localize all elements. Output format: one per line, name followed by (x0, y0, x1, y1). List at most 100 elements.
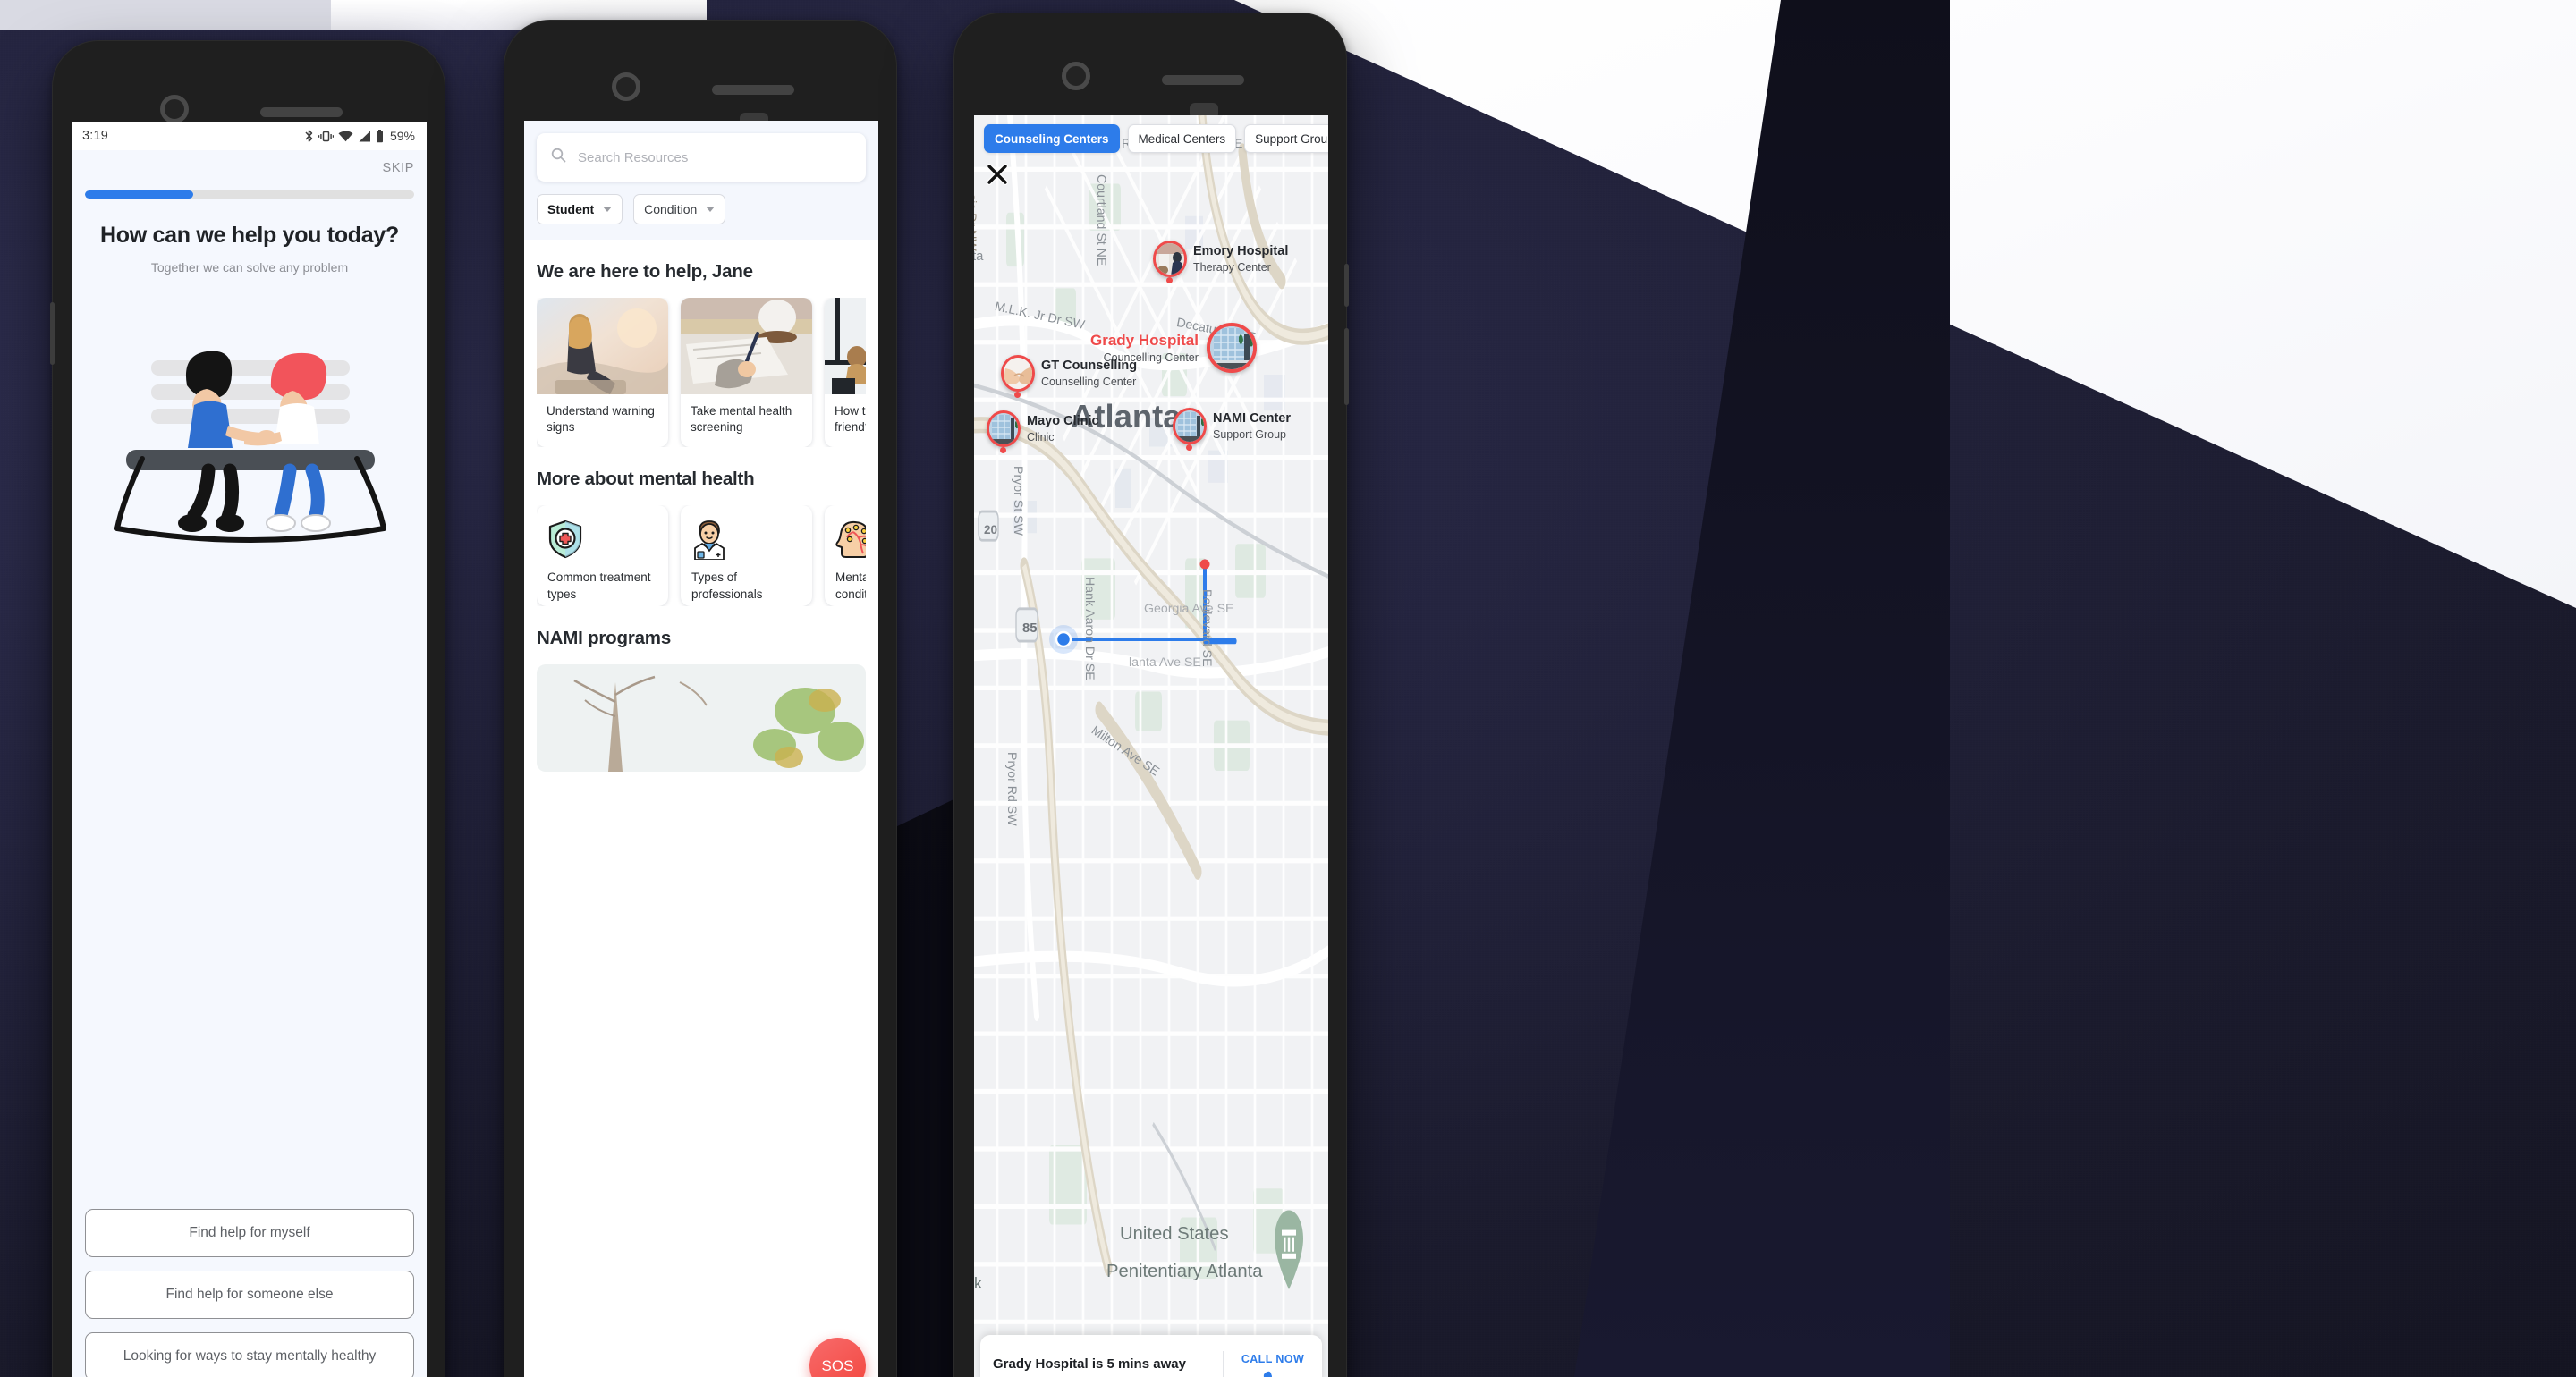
help-options-list: Find help for myself Find help for someo… (85, 1209, 414, 1377)
info-card[interactable]: Mental health conditions (825, 505, 866, 607)
chevron-down-icon (706, 207, 716, 212)
map-label: Penitentiary Atlanta (1106, 1262, 1263, 1281)
marker-name: Grady Hospital (1090, 332, 1199, 350)
sos-button[interactable]: SOS (809, 1338, 866, 1377)
earpiece-speaker (712, 85, 794, 95)
marker-name: Mayo Clinic (1027, 414, 1099, 429)
section-more-about: More about mental health Common treatmen… (524, 469, 878, 607)
map-screen-root: Atlanta United States Penitentiary Atlanta… (974, 115, 1328, 1377)
chevron-down-icon (603, 207, 613, 212)
option-find-help-myself[interactable]: Find help for myself (85, 1209, 414, 1257)
holding-hands-photo (1001, 355, 1035, 392)
therapy-room-photo (1153, 241, 1187, 277)
close-icon[interactable] (985, 162, 1010, 187)
earpiece-speaker (260, 107, 343, 117)
background-top-band (0, 0, 333, 30)
info-card[interactable]: Types of professionals (681, 505, 812, 607)
map-label: Pryor Rd SW (1004, 752, 1019, 826)
search-input[interactable]: Search Resources (537, 133, 866, 182)
volume-button[interactable] (50, 302, 55, 365)
place-eta-title: Grady Hospital is 5 mins away (993, 1356, 1186, 1372)
filter-chip-condition[interactable]: Condition (633, 194, 726, 224)
resource-card-title: Understand warning signs (547, 404, 655, 435)
search-icon (551, 148, 566, 167)
info-card-title: Mental health conditions (835, 570, 866, 601)
phone-icon (1236, 1370, 1309, 1377)
marker-label: NAMI Center Support Group (1213, 411, 1291, 441)
building-palms-photo (987, 410, 1021, 447)
resource-card[interactable]: Understand warning signs (537, 298, 668, 448)
phone-mockup-resources: Search Resources Student Condition We ar… (504, 20, 897, 1377)
map-label: k (974, 1274, 982, 1292)
info-card-carousel[interactable]: Common treatment types Types of professi… (537, 505, 866, 607)
marker-label: Emory Hospital Therapy Center (1193, 244, 1288, 274)
section-title-here-to-help: We are here to help, Jane (537, 261, 753, 282)
front-camera-icon (1062, 62, 1090, 90)
map-label: Courtland St NE (1094, 174, 1108, 266)
volume-down-button[interactable] (1344, 328, 1349, 405)
marker-subtitle: Therapy Center (1193, 260, 1271, 274)
map-marker-emory-hospital[interactable]: Emory Hospital Therapy Center (1153, 241, 1288, 283)
doctor-icon (691, 519, 801, 561)
marker-anchor-dot (1166, 277, 1173, 283)
info-card[interactable]: Common treatment types (537, 505, 668, 607)
screen-map: Atlanta United States Penitentiary Atlanta… (974, 115, 1328, 1377)
resource-card-title: Take mental health screening (691, 404, 792, 435)
battery-percent: 59% (389, 129, 415, 143)
status-bar-time: 3:19 (82, 129, 109, 143)
resource-card-carousel[interactable]: Understand warning signs Take mental hea… (537, 298, 866, 448)
wifi-icon (338, 131, 353, 142)
map-label: United States (1120, 1224, 1229, 1244)
phone-mockup-map: Atlanta United States Penitentiary Atlanta… (953, 13, 1349, 1377)
front-camera-icon (160, 95, 189, 123)
section-title-nami: NAMI programs (537, 628, 672, 649)
hand-writing-notes-photo (681, 298, 812, 394)
two-people-on-bench-illustration (72, 280, 427, 575)
marker-subtitle: Counselling Center (1041, 375, 1137, 388)
shield-medical-cross-icon (547, 519, 657, 560)
volume-up-button[interactable] (1344, 264, 1349, 307)
map-label: Pryor St SW (1011, 466, 1025, 536)
onboarding-progress-bar (85, 190, 414, 199)
onboarding-screen-root: 3:19 59% SKIP How can we help you today?… (72, 122, 427, 1377)
two-women-at-table-photo (825, 298, 866, 394)
map-marker-gt-counselling[interactable]: GT Counselling Counselling Center (1001, 355, 1137, 398)
divider (1223, 1351, 1224, 1377)
skip-button[interactable]: SKIP (383, 161, 414, 175)
marker-anchor-dot (1000, 447, 1006, 453)
tree-branches-photo[interactable] (537, 664, 866, 773)
filter-chip-condition-label: Condition (644, 202, 698, 216)
section-nami: NAMI programs (524, 628, 878, 649)
resources-screen-root: Search Resources Student Condition We ar… (524, 121, 878, 1377)
tab-medical-centers[interactable]: Medical Centers (1127, 124, 1237, 153)
tab-support-groups[interactable]: Support Groups (1244, 124, 1328, 153)
map-canvas[interactable] (974, 115, 1328, 1377)
map-marker-nami-center[interactable]: NAMI Center Support Group (1173, 408, 1291, 451)
map-label: Hank Aaron Dr SE (1082, 577, 1097, 680)
marker-name: GT Counselling (1041, 359, 1138, 374)
resource-card[interactable]: How to talk to a friend? (825, 298, 866, 448)
category-tab-bar: Counseling Centers Medical Centers Suppo… (974, 124, 1328, 153)
route-overlay (1049, 559, 1210, 654)
earpiece-speaker (1162, 75, 1244, 85)
marker-label: GT Counselling Counselling Center (1041, 359, 1137, 388)
onboarding-progress-fill (85, 190, 194, 199)
tab-counseling-centers[interactable]: Counseling Centers (984, 124, 1120, 153)
resource-card[interactable]: Take mental health screening (681, 298, 812, 448)
filter-chip-student-label: Student (547, 202, 595, 216)
page-subtitle: Together we can solve any problem (150, 260, 349, 275)
search-placeholder: Search Resources (578, 149, 689, 165)
map-marker-mayo-clinic[interactable]: Mayo Clinic Clinic (987, 410, 1099, 453)
page-title: How can we help you today? (100, 223, 399, 248)
marker-subtitle: Clinic (1027, 430, 1055, 444)
map-label: 20 (984, 523, 998, 536)
status-bar: 3:19 59% (72, 122, 427, 150)
filter-chip-student[interactable]: Student (537, 194, 623, 224)
option-find-help-someone-else[interactable]: Find help for someone else (85, 1271, 414, 1319)
section-here-to-help: We are here to help, Jane Understand war… (524, 261, 878, 448)
call-now-button[interactable]: CALL NOW (1236, 1353, 1309, 1377)
glass-building-photo (1206, 323, 1257, 373)
map-label: sic Dr NW (974, 194, 979, 251)
front-camera-icon (612, 72, 640, 101)
option-stay-mentally-healthy[interactable]: Looking for ways to stay mentally health… (85, 1332, 414, 1377)
